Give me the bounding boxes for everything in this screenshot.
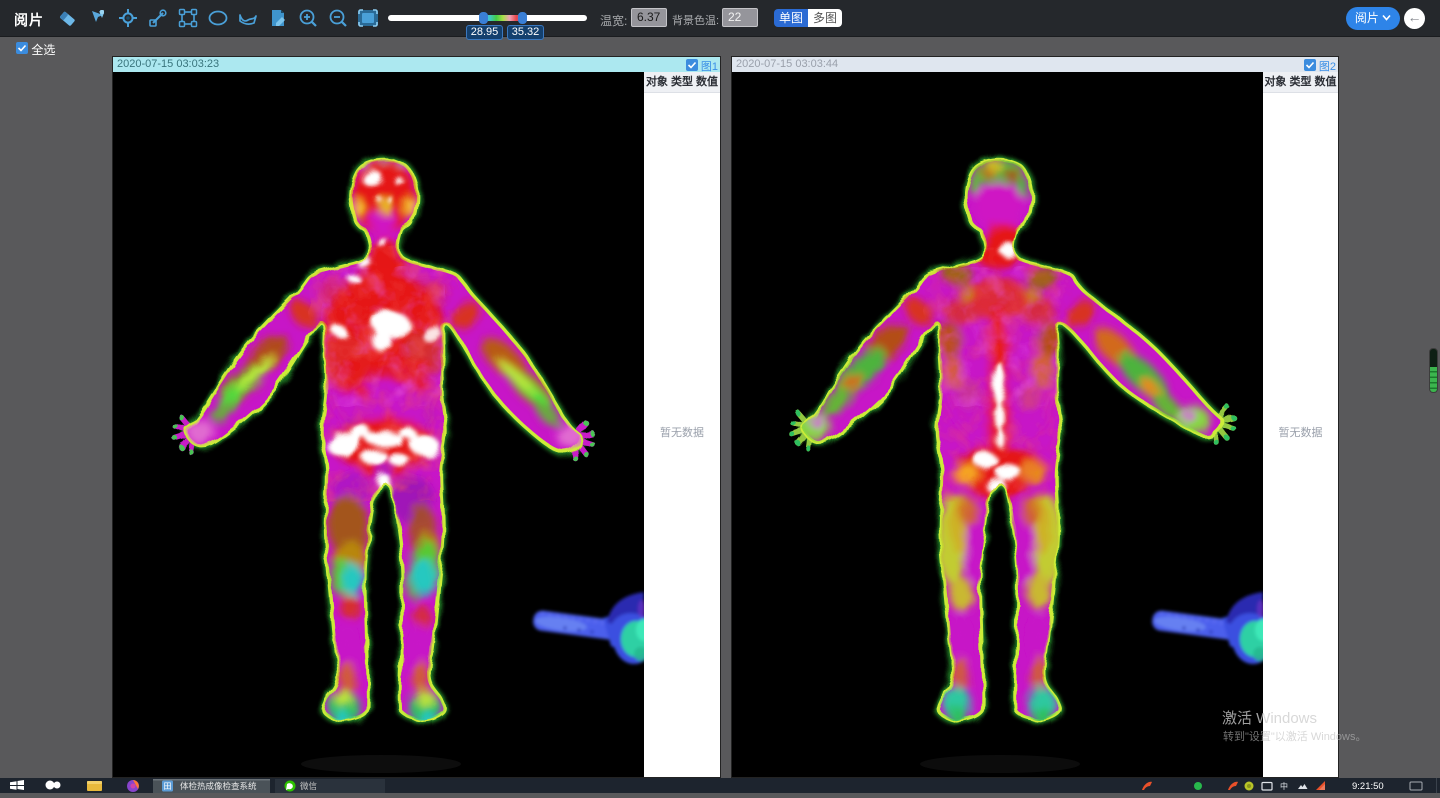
svg-text:9:21:50: 9:21:50 <box>1352 781 1384 792</box>
svg-text:体检热成像检查系统: 体检热成像检查系统 <box>180 781 257 791</box>
svg-text:微信: 微信 <box>300 781 318 791</box>
svg-text:中: 中 <box>1280 781 1288 791</box>
svg-text:田: 田 <box>164 782 172 791</box>
